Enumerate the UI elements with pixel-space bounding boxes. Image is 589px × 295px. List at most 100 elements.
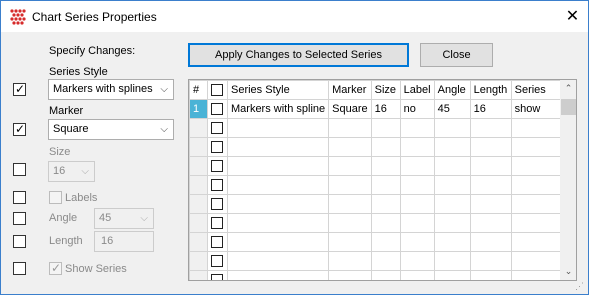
grid-cell[interactable]	[328, 118, 372, 138]
row-checkbox[interactable]	[211, 179, 223, 192]
grid-cell[interactable]	[328, 270, 372, 280]
close-icon[interactable]: ✕	[557, 1, 588, 32]
grid-cell[interactable]	[399, 213, 435, 233]
grid-cell[interactable]	[433, 213, 471, 233]
col-header-length[interactable]: Length	[469, 80, 512, 100]
show-series-checkbox[interactable]: ✓	[49, 261, 62, 275]
grid-cell[interactable]	[226, 232, 330, 252]
cell-length[interactable]: 16	[469, 99, 512, 119]
grid-cell[interactable]	[399, 232, 435, 252]
grid-cell[interactable]	[370, 251, 401, 271]
row-checkbox[interactable]	[211, 103, 223, 116]
scroll-up-icon[interactable]: ⌃	[560, 80, 576, 97]
col-header-marker[interactable]: Marker	[328, 80, 372, 100]
grid-cell[interactable]	[226, 251, 330, 271]
grid-cell[interactable]	[226, 156, 330, 176]
grid-cell[interactable]	[399, 194, 435, 214]
grid-cell[interactable]	[469, 232, 512, 252]
grid-cell[interactable]	[226, 194, 330, 214]
table-row[interactable]	[189, 156, 563, 176]
col-header-series[interactable]: Series	[510, 80, 563, 100]
row-select-cell[interactable]	[207, 118, 228, 138]
col-header-size[interactable]: Size	[370, 80, 401, 100]
grid-cell[interactable]	[510, 156, 563, 176]
grid-cell[interactable]	[226, 137, 330, 157]
row-number[interactable]	[189, 175, 208, 195]
table-row[interactable]	[189, 137, 563, 157]
grid-cell[interactable]	[399, 118, 435, 138]
series-grid[interactable]: # Series Style Marker Size Label Angle L…	[188, 79, 577, 281]
row-select-cell[interactable]	[207, 156, 228, 176]
row-checkbox[interactable]	[211, 274, 223, 280]
row-select-cell[interactable]	[207, 175, 228, 195]
grid-cell[interactable]	[226, 213, 330, 233]
grid-cell[interactable]	[510, 194, 563, 214]
grid-cell[interactable]	[370, 213, 401, 233]
size-checkbox[interactable]	[13, 163, 26, 176]
table-row[interactable]	[189, 251, 563, 271]
grid-cell[interactable]	[370, 175, 401, 195]
scroll-thumb[interactable]	[561, 99, 576, 115]
row-select-cell[interactable]	[207, 213, 228, 233]
size-select[interactable]: 16 ⌵	[48, 161, 95, 182]
angle-checkbox[interactable]	[13, 212, 26, 225]
grid-cell[interactable]	[510, 213, 563, 233]
col-header-series-style[interactable]: Series Style	[226, 80, 330, 100]
row-select-cell[interactable]	[207, 232, 228, 252]
grid-cell[interactable]	[399, 251, 435, 271]
grid-cell[interactable]	[328, 137, 372, 157]
grid-cell[interactable]	[469, 270, 512, 280]
grid-cell[interactable]	[510, 118, 563, 138]
grid-cell[interactable]	[370, 270, 401, 280]
grid-cell[interactable]	[370, 118, 401, 138]
grid-cell[interactable]	[399, 270, 435, 280]
grid-cell[interactable]	[226, 118, 330, 138]
grid-cell[interactable]	[399, 156, 435, 176]
series-style-checkbox[interactable]: ✓	[13, 82, 26, 96]
row-select-cell[interactable]	[207, 270, 228, 280]
grid-cell[interactable]	[469, 137, 512, 157]
cell-size[interactable]: 16	[370, 99, 401, 119]
grid-cell[interactable]	[328, 213, 372, 233]
grid-cell[interactable]	[510, 270, 563, 280]
grid-cell[interactable]	[328, 156, 372, 176]
table-row[interactable]	[189, 213, 563, 233]
table-row[interactable]: 1 Markers with spline Square 16 no 45 16…	[189, 99, 563, 119]
grid-cell[interactable]	[469, 118, 512, 138]
grid-cell[interactable]	[510, 137, 563, 157]
row-number[interactable]	[189, 194, 208, 214]
row-number[interactable]	[189, 213, 208, 233]
angle-select[interactable]: 45 ⌵	[94, 208, 154, 229]
grid-cell[interactable]	[433, 194, 471, 214]
series-style-select[interactable]: Markers with splines ⌵	[48, 79, 174, 100]
grid-cell[interactable]	[433, 175, 471, 195]
resize-grip-icon[interactable]: ⋰	[575, 281, 584, 292]
grid-cell[interactable]	[469, 194, 512, 214]
grid-cell[interactable]	[433, 270, 471, 280]
cell-marker[interactable]: Square	[328, 99, 372, 119]
grid-scrollbar[interactable]: ⌃ ⌄	[560, 80, 576, 280]
table-row[interactable]	[189, 118, 563, 138]
row-checkbox[interactable]	[211, 141, 223, 154]
row-select-cell[interactable]	[207, 251, 228, 271]
col-header-angle[interactable]: Angle	[433, 80, 471, 100]
grid-cell[interactable]	[510, 251, 563, 271]
row-select-cell[interactable]	[207, 137, 228, 157]
row-checkbox[interactable]	[211, 217, 223, 230]
grid-cell[interactable]	[328, 251, 372, 271]
row-number[interactable]: 1	[189, 99, 208, 119]
row-checkbox[interactable]	[211, 122, 223, 135]
marker-checkbox[interactable]: ✓	[13, 122, 26, 136]
grid-cell[interactable]	[510, 232, 563, 252]
grid-cell[interactable]	[370, 232, 401, 252]
grid-cell[interactable]	[370, 156, 401, 176]
table-row[interactable]	[189, 175, 563, 195]
grid-cell[interactable]	[433, 232, 471, 252]
table-row[interactable]	[189, 232, 563, 252]
grid-cell[interactable]	[433, 137, 471, 157]
grid-cell[interactable]	[399, 137, 435, 157]
grid-cell[interactable]	[328, 194, 372, 214]
table-row[interactable]	[189, 194, 563, 214]
row-checkbox[interactable]	[211, 255, 223, 268]
grid-cell[interactable]	[370, 194, 401, 214]
